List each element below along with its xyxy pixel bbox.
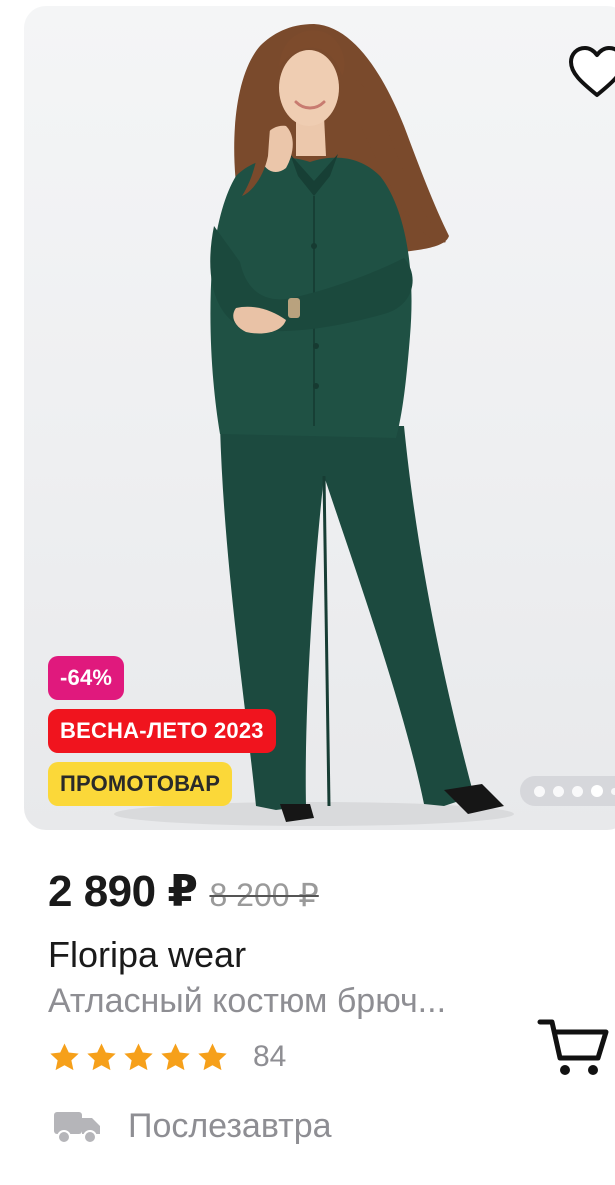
delivery-date: Послезавтра	[128, 1106, 332, 1145]
product-photo	[114, 24, 514, 826]
promo-badge: ПРОМОТОВАР	[48, 762, 233, 806]
star-icon	[87, 1042, 116, 1070]
shopping-cart-icon	[537, 1019, 609, 1075]
product-title[interactable]: Атласный костюм брюч...	[48, 982, 528, 1021]
product-image-gallery[interactable]	[24, 6, 615, 830]
star-icon	[50, 1042, 79, 1070]
gallery-pagination[interactable]	[520, 776, 615, 806]
favorite-button[interactable]	[564, 42, 615, 102]
discount-badge: -64%	[48, 656, 125, 700]
old-price: 8 200 ₽	[209, 877, 319, 913]
truck-icon	[54, 1112, 100, 1144]
add-to-cart-button[interactable]	[536, 1014, 612, 1080]
review-count: 84	[253, 1040, 287, 1073]
gallery-dot-active[interactable]	[591, 785, 603, 797]
star-icon	[124, 1042, 153, 1070]
star-icon	[198, 1042, 227, 1070]
rating-row[interactable]: 84	[48, 1040, 286, 1074]
brand-name[interactable]: Floripa wear	[48, 934, 246, 976]
price-row: 2 890 ₽ 8 200 ₽	[48, 866, 319, 917]
season-badge: ВЕСНА-ЛЕТО 2023	[48, 709, 276, 753]
current-price: 2 890 ₽	[48, 867, 198, 916]
gallery-dot[interactable]	[572, 785, 583, 797]
star-icon	[161, 1042, 190, 1070]
gallery-dot[interactable]	[553, 785, 564, 797]
gallery-dot[interactable]	[611, 787, 615, 795]
rating-stars	[48, 1041, 229, 1074]
heart-outline-icon	[569, 46, 615, 97]
product-card[interactable]: -64% ВЕСНА-ЛЕТО 2023 ПРОМОТОВАР 2 890 ₽ …	[0, 0, 615, 1185]
gallery-dot[interactable]	[534, 785, 545, 797]
delivery-row: Послезавтра	[52, 1106, 332, 1146]
